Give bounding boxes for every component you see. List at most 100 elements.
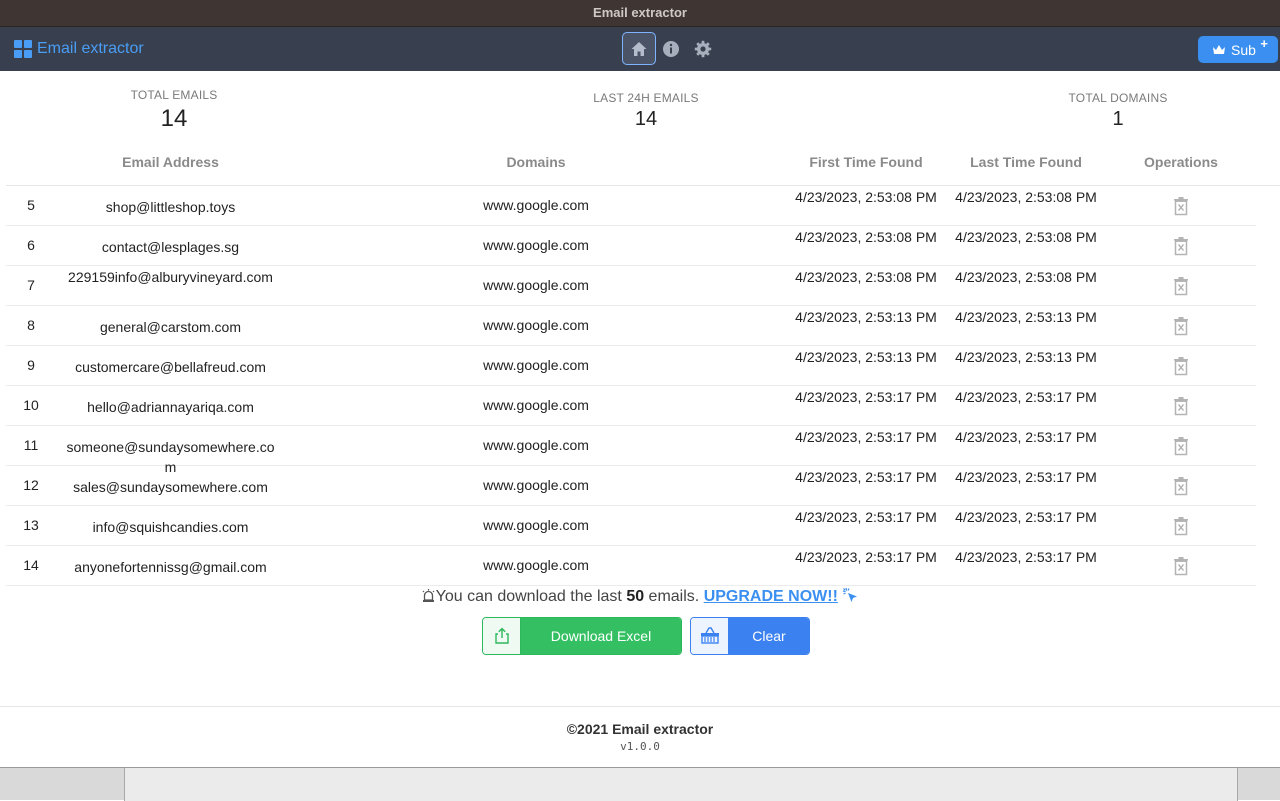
- delete-row-button[interactable]: [1172, 276, 1190, 299]
- row-email: hello@adriannayariqa.com: [87, 399, 254, 415]
- col-last-time-found[interactable]: Last Time Found: [946, 154, 1106, 170]
- row-first-found: 4/23/2023, 2:53:17 PM: [795, 469, 937, 485]
- notice-suffix: emails.: [644, 588, 704, 605]
- window-bottom-edge: [0, 767, 1280, 801]
- grid-logo-icon: [14, 40, 32, 58]
- table-header: Email Address Domains First Time Found L…: [6, 141, 1280, 186]
- row-index: 5: [27, 197, 35, 213]
- row-index: 8: [27, 317, 35, 333]
- trash-icon: [1174, 477, 1188, 496]
- row-first-found: 4/23/2023, 2:53:13 PM: [795, 349, 937, 365]
- row-index: 6: [27, 237, 35, 253]
- subscribe-plus: +: [1260, 36, 1268, 51]
- stat-value: 1: [1112, 108, 1124, 130]
- row-index: 9: [27, 357, 35, 373]
- alarm-icon: [422, 589, 435, 602]
- trash-icon: [1174, 277, 1188, 296]
- row-domain: www.google.com: [483, 397, 589, 413]
- col-domains[interactable]: Domains: [406, 154, 666, 170]
- row-email: customercare@bellafreud.com: [75, 359, 266, 375]
- info-icon: [663, 40, 679, 57]
- row-last-found: 4/23/2023, 2:53:17 PM: [955, 389, 1097, 405]
- row-last-found: 4/23/2023, 2:53:13 PM: [955, 349, 1097, 365]
- row-last-found: 4/23/2023, 2:53:13 PM: [955, 309, 1097, 325]
- row-domain: www.google.com: [483, 517, 589, 533]
- home-button[interactable]: [622, 32, 656, 65]
- table-row: 7 229159info@alburyvineyard.com www.google…: [6, 266, 1256, 306]
- row-domain: www.google.com: [483, 317, 589, 333]
- brand[interactable]: Email extractor: [14, 39, 144, 59]
- stat-total-domains: TOTAL DOMAINS 1: [1038, 91, 1198, 131]
- delete-row-button[interactable]: [1172, 436, 1190, 459]
- row-email: contact@lesplages.sg: [101, 239, 240, 255]
- delete-row-button[interactable]: [1172, 516, 1190, 539]
- delete-row-button[interactable]: [1172, 556, 1190, 579]
- share-upload-icon: [494, 627, 509, 644]
- window-title: Email extractor: [593, 5, 687, 20]
- stat-value: 14: [634, 108, 658, 130]
- delete-row-button[interactable]: [1172, 356, 1190, 379]
- row-index: 7: [27, 277, 35, 293]
- trash-icon: [1174, 357, 1188, 376]
- brand-title: Email extractor: [37, 40, 144, 57]
- col-operations: Operations: [1144, 154, 1218, 170]
- row-domain: www.google.com: [483, 357, 589, 373]
- delete-row-button[interactable]: [1172, 196, 1190, 219]
- delete-row-button[interactable]: [1172, 396, 1190, 419]
- trash-icon: [1174, 237, 1188, 256]
- row-last-found: 4/23/2023, 2:53:17 PM: [955, 549, 1097, 565]
- row-index: 14: [23, 557, 39, 573]
- row-first-found: 4/23/2023, 2:53:17 PM: [795, 389, 937, 405]
- row-first-found: 4/23/2023, 2:53:08 PM: [795, 189, 937, 205]
- table-row: 13 info@squishcandies.com www.google.com 4/…: [6, 506, 1256, 546]
- row-email: sales@sundaysomewhere.com: [73, 479, 268, 495]
- footer: ©2021 Email extractor v1.0.0: [0, 706, 1280, 767]
- row-index: 13: [23, 517, 39, 533]
- row-first-found: 4/23/2023, 2:53:08 PM: [795, 229, 937, 245]
- trash-icon: [1174, 517, 1188, 536]
- clear-icon-box: [691, 618, 729, 654]
- row-first-found: 4/23/2023, 2:53:17 PM: [795, 549, 937, 565]
- row-first-found: 4/23/2023, 2:53:17 PM: [795, 429, 937, 445]
- delete-row-button[interactable]: [1172, 236, 1190, 259]
- table-row: 14 anyonefortennissg@gmail.com www.google.…: [6, 546, 1256, 586]
- stat-label: TOTAL EMAILS: [130, 88, 218, 102]
- stat-label: TOTAL DOMAINS: [1068, 91, 1168, 105]
- table-row: 11 someone@sundaysomewhere.com www.google.…: [6, 426, 1256, 475]
- cursor-click-icon: [843, 587, 858, 602]
- trash-icon: [1174, 437, 1188, 456]
- row-email: info@squishcandies.com: [92, 519, 249, 535]
- col-email-address[interactable]: Email Address: [63, 154, 278, 170]
- stat-label: LAST 24H EMAILS: [593, 91, 699, 105]
- row-domain: www.google.com: [483, 437, 589, 453]
- window-titlebar: Email extractor: [0, 0, 1280, 27]
- table-row: 10 hello@adriannayariqa.com www.google.com…: [6, 386, 1256, 426]
- upgrade-link[interactable]: UPGRADE NOW!!: [704, 588, 838, 605]
- broom-basket-icon: [700, 627, 719, 644]
- row-domain: www.google.com: [483, 477, 589, 493]
- row-index: 12: [23, 477, 39, 493]
- row-email: shop@littleshop.toys: [105, 199, 236, 215]
- col-first-time-found[interactable]: First Time Found: [786, 154, 946, 170]
- footer-copyright: ©2021 Email extractor: [566, 721, 714, 737]
- info-button[interactable]: [654, 32, 688, 65]
- footer-version: v1.0.0: [620, 740, 660, 753]
- row-email: general@carstom.com: [99, 319, 242, 335]
- delete-row-button[interactable]: [1172, 476, 1190, 499]
- row-domain: www.google.com: [483, 557, 589, 573]
- row-index: 10: [23, 397, 39, 413]
- subscribe-button[interactable]: Sub +: [1198, 36, 1278, 63]
- stat-last24-emails: LAST 24H EMAILS 14: [566, 91, 726, 131]
- email-table-body: 5 shop@littleshop.toys www.google.com 4/23/…: [6, 186, 1256, 586]
- window-bottom-inner: [124, 768, 1238, 801]
- settings-button[interactable]: [686, 32, 720, 65]
- download-excel-button[interactable]: Download Excel: [482, 617, 682, 655]
- subscribe-label: Sub: [1231, 41, 1256, 58]
- top-navbar: Email extractor Sub +: [0, 27, 1280, 71]
- row-last-found: 4/23/2023, 2:53:17 PM: [955, 429, 1097, 445]
- stat-value: 14: [160, 105, 188, 132]
- clear-button[interactable]: Clear: [690, 617, 810, 655]
- delete-row-button[interactable]: [1172, 316, 1190, 339]
- row-first-found: 4/23/2023, 2:53:17 PM: [795, 509, 937, 525]
- crown-icon: [1213, 44, 1225, 54]
